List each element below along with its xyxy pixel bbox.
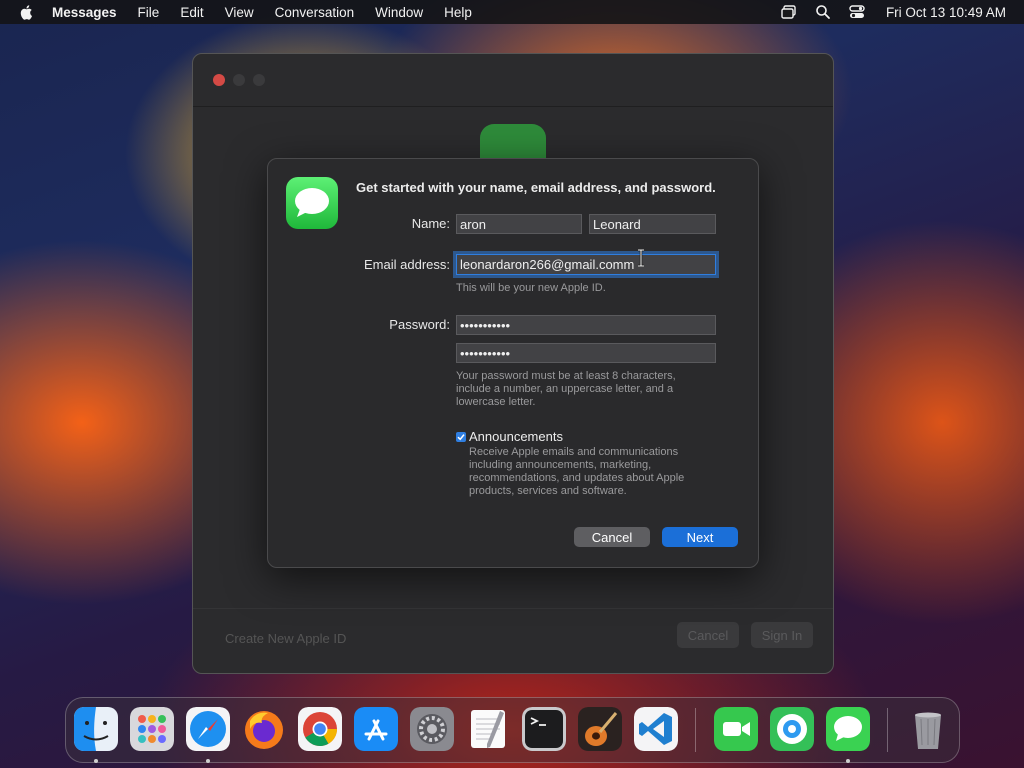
menubar-clock[interactable]: Fri Oct 13 10:49 AM xyxy=(886,5,1006,20)
launchpad-icon[interactable] xyxy=(130,707,174,751)
name-label: Name: xyxy=(411,216,450,231)
spotlight-search-icon[interactable] xyxy=(814,3,832,21)
last-name-field[interactable] xyxy=(589,214,716,234)
dock-separator xyxy=(887,708,888,752)
garageband-icon[interactable] xyxy=(578,707,622,751)
password-label: Password: xyxy=(389,317,450,332)
window-titlebar xyxy=(193,54,833,107)
textedit-icon[interactable] xyxy=(466,707,510,751)
menu-conversation[interactable]: Conversation xyxy=(275,5,355,20)
email-field[interactable] xyxy=(456,254,716,275)
vscode-icon[interactable] xyxy=(634,707,678,751)
window-footer: Create New Apple ID Cancel Sign In xyxy=(193,608,833,673)
cancel-button[interactable]: Cancel xyxy=(574,527,650,547)
checkmark-icon xyxy=(457,434,465,441)
password-hint: Your password must be at least 8 charact… xyxy=(456,370,676,408)
dock xyxy=(65,697,960,763)
zoom-window-button[interactable] xyxy=(253,74,265,86)
running-indicator xyxy=(206,759,210,763)
safari-icon[interactable] xyxy=(186,707,230,751)
menu-help[interactable]: Help xyxy=(444,5,472,20)
app-store-icon[interactable] xyxy=(354,707,398,751)
verify-password-field[interactable] xyxy=(456,343,716,363)
running-indicator xyxy=(846,759,850,763)
minimize-window-button[interactable] xyxy=(233,74,245,86)
apple-menu-icon[interactable] xyxy=(18,3,36,21)
running-indicator xyxy=(94,759,98,763)
announcements-label[interactable]: Announcements xyxy=(469,429,563,444)
create-apple-id-link[interactable]: Create New Apple ID xyxy=(225,631,346,646)
menu-app-name[interactable]: Messages xyxy=(52,5,117,20)
facetime-icon[interactable] xyxy=(714,707,758,751)
next-button[interactable]: Next xyxy=(662,527,738,547)
text-cursor-icon xyxy=(638,249,644,267)
menu-file[interactable]: File xyxy=(138,5,160,20)
find-my-icon[interactable] xyxy=(770,707,814,751)
dock-separator xyxy=(695,708,696,752)
email-hint: This will be your new Apple ID. xyxy=(456,282,606,294)
window-cancel-button[interactable]: Cancel xyxy=(677,622,739,648)
control-center-icon[interactable] xyxy=(848,3,866,21)
create-apple-id-sheet: Get started with your name, email addres… xyxy=(267,158,759,568)
trash-icon[interactable] xyxy=(906,707,950,751)
messages-icon[interactable] xyxy=(826,707,870,751)
menu-edit[interactable]: Edit xyxy=(180,5,203,20)
announcements-hint: Receive Apple emails and communications … xyxy=(469,446,685,497)
email-label: Email address: xyxy=(364,257,450,272)
terminal-icon[interactable] xyxy=(522,707,566,751)
chrome-icon[interactable] xyxy=(298,707,342,751)
sign-in-button[interactable]: Sign In xyxy=(751,622,813,648)
screen-mirroring-icon[interactable] xyxy=(780,3,798,21)
finder-icon[interactable] xyxy=(74,707,118,751)
menu-bar: Messages File Edit View Conversation Win… xyxy=(0,0,1024,24)
close-window-button[interactable] xyxy=(213,74,225,86)
password-field[interactable] xyxy=(456,315,716,335)
announcements-checkbox[interactable] xyxy=(456,432,466,442)
first-name-field[interactable] xyxy=(456,214,582,234)
menu-window[interactable]: Window xyxy=(375,5,423,20)
menu-view[interactable]: View xyxy=(225,5,254,20)
firefox-icon[interactable] xyxy=(242,707,286,751)
dialog-heading: Get started with your name, email addres… xyxy=(356,180,716,195)
system-settings-icon[interactable] xyxy=(410,707,454,751)
